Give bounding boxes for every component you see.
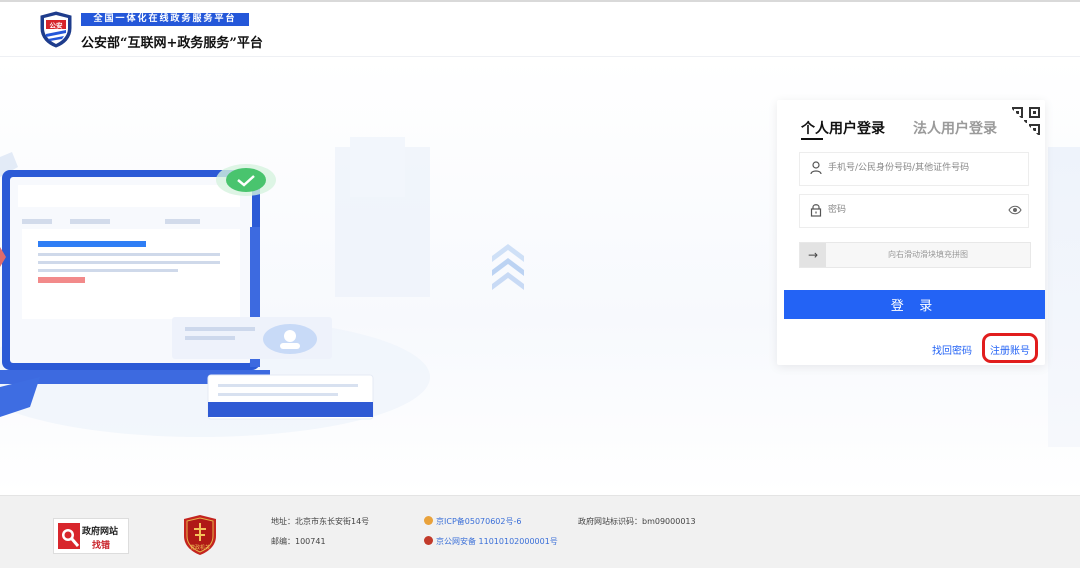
password-input[interactable] — [828, 195, 1008, 225]
icp-record-link[interactable]: 京ICP备05070602号-6 — [424, 516, 521, 527]
slider-handle[interactable]: → — [800, 243, 826, 267]
party-government-badge-icon[interactable]: 党政机关 — [182, 514, 218, 556]
footer-postcode: 邮编：100741 — [271, 537, 326, 546]
login-button[interactable]: 登 录 — [784, 290, 1045, 319]
gov-badge-line1: 政府网站 — [82, 527, 119, 537]
right-decoration — [1048, 147, 1080, 447]
forgot-password-link[interactable]: 找回密码 — [932, 342, 972, 357]
magnifier-icon — [58, 523, 80, 549]
qr-code-icon[interactable] — [1009, 106, 1043, 140]
police-shield-logo-icon[interactable]: 公安 — [38, 10, 74, 48]
password-field — [799, 194, 1029, 228]
chevrons-up-icon — [492, 244, 524, 290]
platform-title[interactable]: 公安部“互联网+政务服务”平台 — [81, 32, 263, 51]
login-panel: 个人用户登录 法人用户登录 → 向右滑动滑块填充 — [777, 100, 1045, 365]
tab-legal-person-login[interactable]: 法人用户登录 — [913, 118, 997, 138]
police-emblem-icon — [424, 536, 433, 545]
slider-hint-text: 向右滑动滑块填充拼图 — [888, 250, 968, 259]
lock-icon — [810, 204, 822, 217]
active-tab-underline — [801, 138, 823, 140]
site-footer: 政府网站 找错 党政机关 地址：北京市东长安街14号 邮编：100741 京IC… — [0, 495, 1080, 568]
footer-address: 地址：北京市东长安街14号 — [271, 517, 370, 526]
icp-emblem-icon — [424, 516, 433, 525]
platform-tagline: 全国一体化在线政务服务平台 — [81, 13, 249, 26]
logo-text: 公安 — [50, 21, 64, 30]
user-icon — [810, 161, 822, 175]
username-input[interactable] — [828, 153, 1008, 183]
tab-personal-login[interactable]: 个人用户登录 — [801, 118, 885, 138]
police-record-text: 京公网安备 11010102000001号 — [436, 537, 558, 546]
party-badge-label: 党政机关 — [190, 544, 210, 551]
gov-site-error-report-badge[interactable]: 政府网站 找错 — [53, 518, 129, 554]
slider-captcha: → 向右滑动滑块填充拼图 — [799, 242, 1031, 268]
laptop-illustration — [0, 137, 430, 437]
gov-badge-line2: 找错 — [92, 541, 111, 551]
site-identifier-code: 政府网站标识码：bm09000013 — [578, 517, 696, 526]
register-account-link[interactable]: 注册账号 — [984, 342, 1036, 357]
police-record-link[interactable]: 京公网安备 11010102000001号 — [424, 536, 558, 547]
site-header: 公安 全国一体化在线政务服务平台 公安部“互联网+政务服务”平台 — [0, 2, 1080, 57]
show-password-eye-icon[interactable] — [1008, 204, 1022, 216]
username-field — [799, 152, 1029, 186]
icp-record-text: 京ICP备05070602号-6 — [436, 517, 522, 526]
